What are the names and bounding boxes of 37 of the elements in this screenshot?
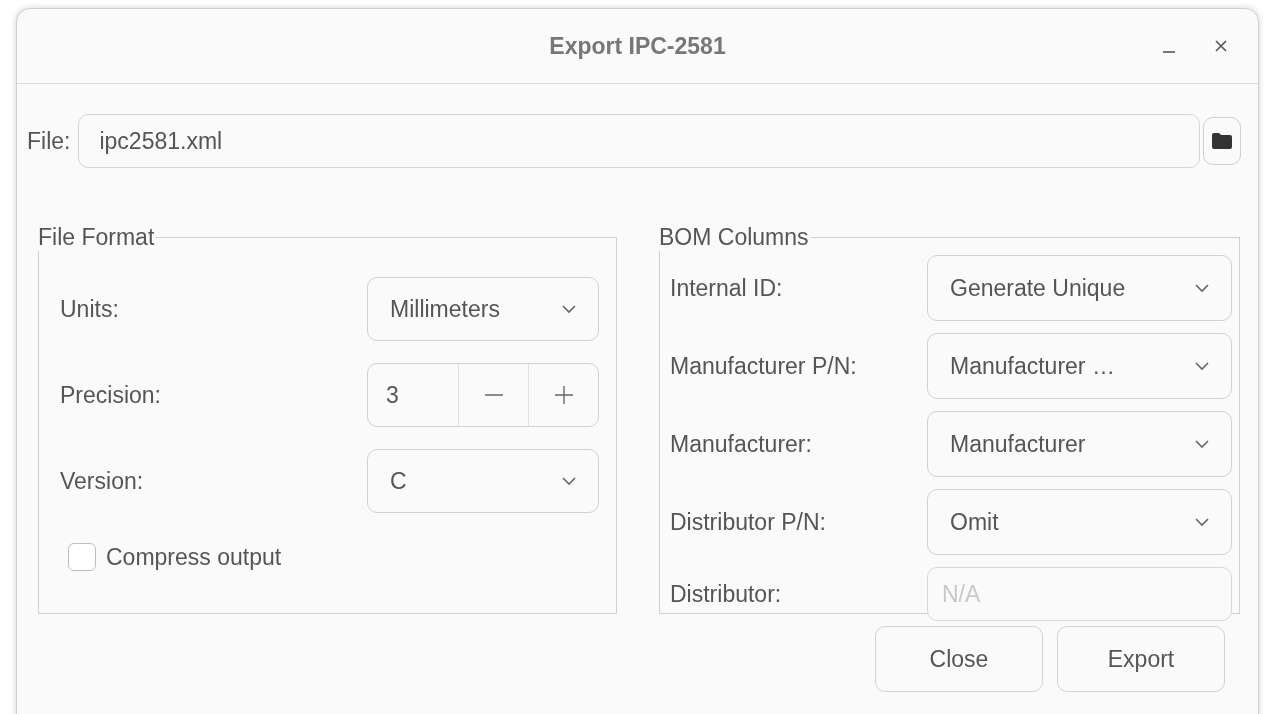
checkbox-label: Compress output [106,543,282,571]
field-label: Distributor: [670,580,783,608]
field-label: Internal ID: [670,274,784,302]
field-label: Manufacturer: [670,430,813,458]
group-title: File Format [38,223,156,251]
chevron-down-icon [562,304,576,314]
minus-icon [484,394,503,396]
group-title: BOM Columns [659,223,810,251]
dropdown[interactable]: C [367,449,599,513]
file-label: File: [27,127,71,155]
dropdown[interactable]: Manufacturer … [927,333,1232,399]
checkbox[interactable] [68,543,96,571]
window-title: Export IPC-2581 [549,32,726,60]
dialog-button[interactable]: Close [875,626,1043,692]
browse-button[interactable] [1203,117,1241,165]
chevron-down-icon [1195,283,1209,293]
chevron-down-icon [1195,439,1209,449]
chevron-down-icon [562,476,576,486]
dropdown[interactable]: Generate Unique [927,255,1232,321]
close-icon [1214,39,1228,53]
file-path-field[interactable]: ipc2581.xml [78,114,1200,168]
spin-field[interactable]: 3 [367,363,599,427]
field-label: Units: [60,295,120,323]
minimize-icon [1162,51,1176,53]
field-label: Precision: [60,381,162,409]
folder-icon [1211,132,1233,150]
field-label: Version: [60,467,145,495]
field-label: Distributor P/N: [670,508,827,536]
dropdown[interactable]: Omit [927,489,1232,555]
dropdown[interactable]: Millimeters [367,277,599,341]
dialog-button[interactable]: Export [1057,626,1225,692]
chevron-down-icon [1195,517,1209,527]
field-label: Manufacturer P/N: [670,352,858,380]
plus-icon [554,386,573,404]
precision-field[interactable]: 3 [368,364,458,426]
chevron-down-icon [1195,361,1209,371]
dropdown[interactable]: Manufacturer [927,411,1232,477]
